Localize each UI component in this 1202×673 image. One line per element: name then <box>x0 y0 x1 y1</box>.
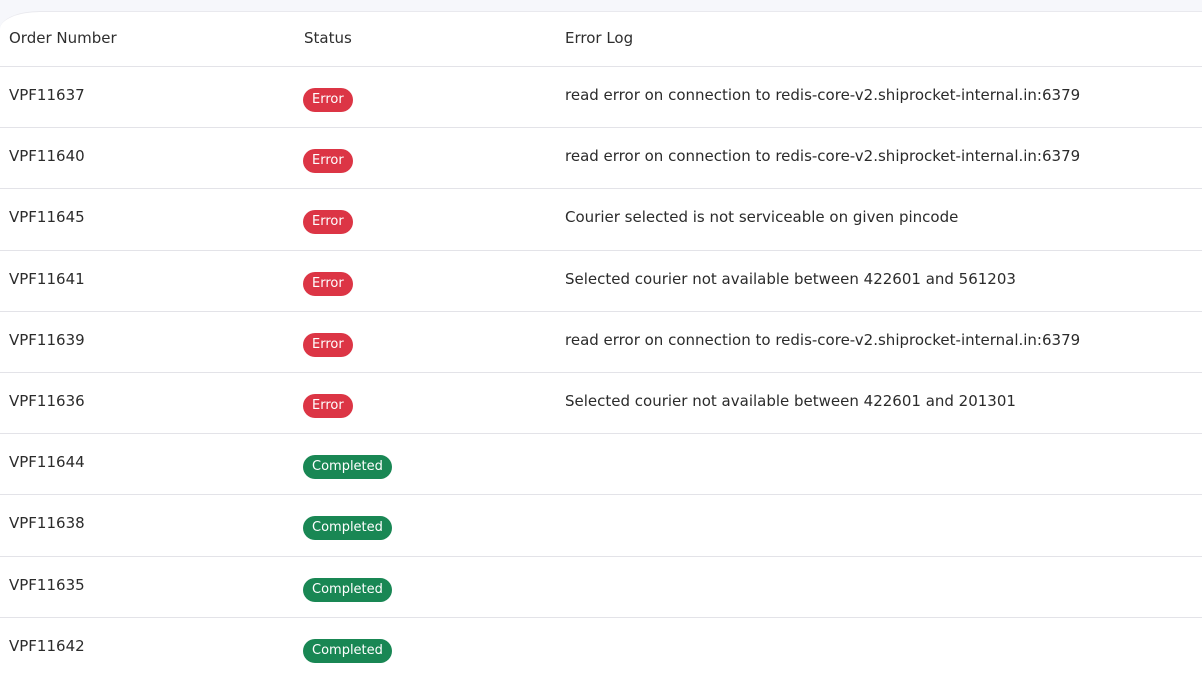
order-number-cell: VPF11644 <box>9 453 85 472</box>
status-cell: Error <box>303 393 353 418</box>
status-badge: Completed <box>303 577 392 602</box>
error-log-cell: read error on connection to redis-core-v… <box>565 147 1081 166</box>
header-status[interactable]: Status <box>304 28 352 48</box>
status-cell: Error <box>303 210 353 235</box>
status-cell: Error <box>303 332 353 357</box>
table-row[interactable]: VPF11641 Error Selected courier not availa… <box>0 251 1202 312</box>
error-log-cell: Courier selected is not serviceable on g… <box>565 208 959 227</box>
orders-table: Order Number Status Error Log VPF11637 Er… <box>0 12 1202 673</box>
table-row[interactable]: VPF11645 Error Courier selected is not ser… <box>0 189 1202 251</box>
status-cell: Completed <box>303 638 392 663</box>
status-cell: Error <box>303 149 353 174</box>
status-badge: Completed <box>303 516 392 541</box>
error-log-cell: read error on connection to redis-core-v… <box>565 86 1081 104</box>
status-cell: Error <box>303 271 353 296</box>
status-badge: Error <box>303 88 353 112</box>
status-badge: Error <box>303 271 353 296</box>
error-log-cell: read error on connection to redis-core-v… <box>565 330 1081 349</box>
status-cell: Completed <box>303 455 392 480</box>
table-row[interactable]: VPF11638 Completed <box>0 495 1202 557</box>
order-number-cell: VPF11638 <box>9 514 85 533</box>
order-number-cell: VPF11642 <box>9 636 85 655</box>
table-row[interactable]: VPF11636 Error Selected courier not availa… <box>0 373 1202 435</box>
orders-panel: Order Number Status Error Log VPF11637 Er… <box>0 11 1202 673</box>
table-row[interactable]: VPF11640 Error read error on connection to… <box>0 128 1202 190</box>
header-order-number[interactable]: Order Number <box>9 28 117 48</box>
error-log-cell: Selected courier not available between 4… <box>565 391 1016 410</box>
status-badge: Completed <box>303 455 392 480</box>
status-badge: Error <box>303 393 353 418</box>
status-cell: Error <box>303 88 353 112</box>
table-row[interactable]: VPF11635 Completed <box>0 557 1202 618</box>
status-cell: Completed <box>303 516 392 541</box>
error-log-cell: Selected courier not available between 4… <box>565 269 1016 288</box>
table-row[interactable]: VPF11639 Error read error on connection to… <box>0 312 1202 373</box>
order-number-cell: VPF11639 <box>9 330 85 349</box>
order-number-cell: VPF11637 <box>9 86 85 104</box>
table-row[interactable]: VPF11644 Completed <box>0 434 1202 496</box>
table-header: Order Number Status Error Log <box>0 12 1202 67</box>
header-error-log[interactable]: Error Log <box>565 28 633 48</box>
status-badge: Error <box>303 332 353 357</box>
status-badge: Error <box>303 149 353 174</box>
table-body: VPF11637 Error read error on connection to… <box>0 67 1202 673</box>
status-badge: Error <box>303 210 353 235</box>
order-number-cell: VPF11636 <box>9 391 85 410</box>
order-number-cell: VPF11645 <box>9 208 85 227</box>
order-number-cell: VPF11640 <box>9 147 85 166</box>
status-cell: Completed <box>303 577 392 602</box>
status-badge: Completed <box>303 638 392 663</box>
order-number-cell: VPF11641 <box>9 269 85 288</box>
table-row[interactable]: VPF11637 Error read error on connection to… <box>0 67 1202 129</box>
table-row[interactable]: VPF11642 Completed <box>0 618 1202 673</box>
order-number-cell: VPF11635 <box>9 575 85 594</box>
